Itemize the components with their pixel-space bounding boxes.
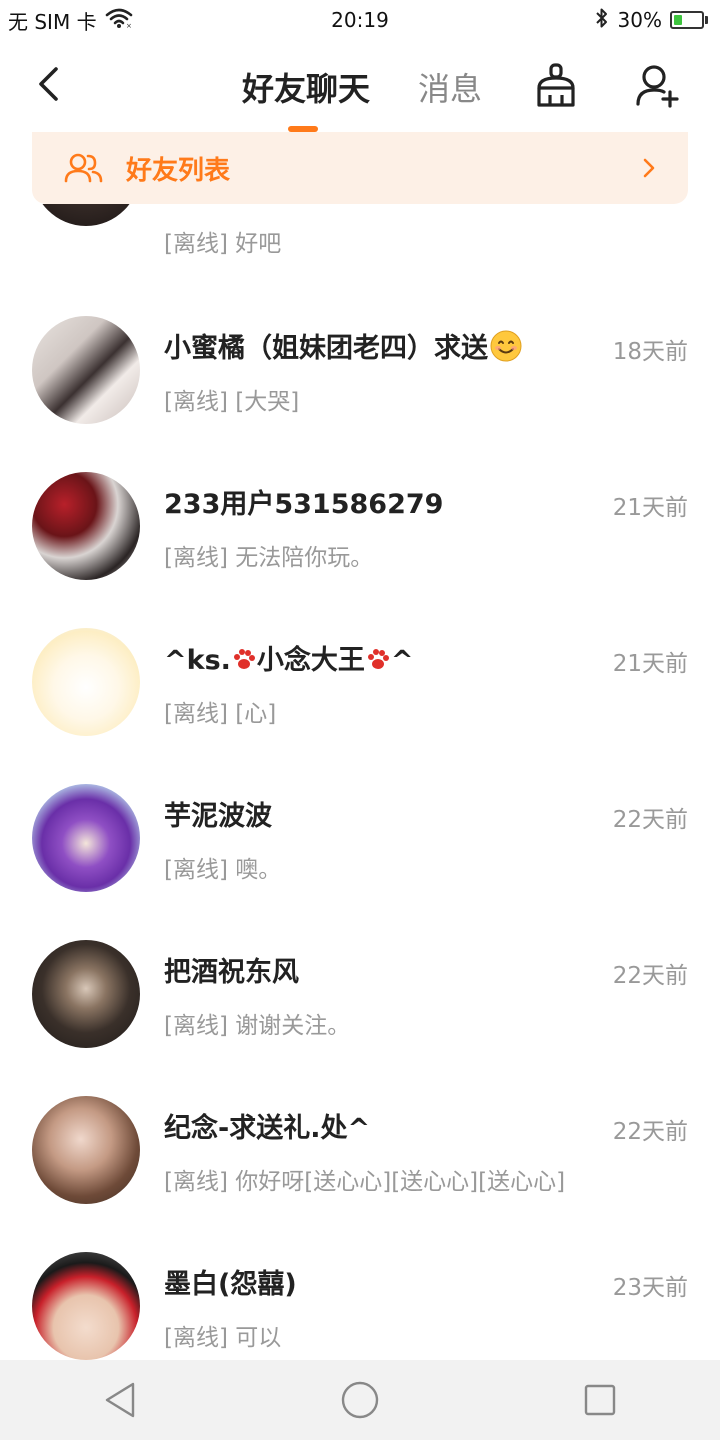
friend-list: [离线] 好吧 小蜜橘（姐妹团老四）求送 18天前 [离线] [大哭] 233用… — [0, 204, 720, 1360]
battery-icon — [670, 11, 708, 29]
friend-time: 22天前 — [612, 1119, 688, 1145]
avatar — [32, 204, 140, 226]
battery-percent: 30% — [617, 8, 662, 32]
add-friend-icon — [636, 65, 679, 108]
screen: 无 SIM 卡 × 20:19 30% 好友聊天 消息 好友列表 [离线] 好吧… — [0, 0, 720, 1440]
friend-name: 墨白(怨囍) — [164, 1269, 297, 1300]
friend-time: 23天前 — [612, 1275, 688, 1301]
friend-name: 小蜜橘（姐妹团老四）求送 — [164, 326, 522, 365]
system-recents-button[interactable] — [570, 1370, 630, 1430]
back-triangle-icon — [105, 1382, 135, 1418]
system-home-button[interactable] — [330, 1370, 390, 1430]
friend-name: 纪念-求送礼.处^ — [164, 1113, 371, 1144]
friend-row[interactable]: 233用户531586279 21天前 [离线] 无法陪你玩。 — [0, 468, 720, 624]
friend-time: 18天前 — [612, 339, 688, 365]
wifi-icon: × — [105, 7, 133, 34]
nav-bar: 好友聊天 消息 — [0, 40, 720, 132]
friend-name: ^ks. 小念大王 ^ — [164, 645, 414, 676]
friend-row[interactable]: 芋泥波波 22天前 [离线] 噢。 — [0, 780, 720, 936]
smile-emoji-icon — [490, 330, 522, 362]
friend-name: 芋泥波波 — [164, 801, 272, 832]
friend-time: 22天前 — [612, 963, 688, 989]
avatar — [32, 1096, 140, 1204]
friend-time: 22天前 — [612, 807, 688, 833]
friend-time: 21天前 — [612, 495, 688, 521]
bluetooth-icon — [594, 7, 610, 34]
friend-message: [离线] 无法陪你玩。 — [164, 545, 374, 571]
friend-row[interactable]: 把酒祝东风 22天前 [离线] 谢谢关注。 — [0, 936, 720, 1092]
friend-row[interactable]: 墨白(怨囍) 23天前 [离线] 可以 — [0, 1248, 720, 1360]
friend-message: [离线] [心] — [164, 701, 277, 727]
avatar — [32, 628, 140, 736]
back-button[interactable] — [28, 62, 68, 106]
avatar — [32, 472, 140, 580]
avatar — [32, 1252, 140, 1360]
status-bar: 无 SIM 卡 × 20:19 30% — [0, 0, 720, 40]
status-right: 30% — [594, 7, 708, 34]
friend-name: 233用户531586279 — [164, 489, 444, 520]
home-circle-icon — [341, 1381, 379, 1419]
status-left: 无 SIM 卡 × — [8, 6, 133, 35]
recents-square-icon — [584, 1384, 616, 1416]
friend-message: [离线] 你好呀[送心心][送心心][送心心] — [164, 1169, 566, 1195]
tab-messages[interactable]: 消息 — [418, 64, 482, 110]
avatar — [32, 940, 140, 1048]
friend-time: 21天前 — [612, 651, 688, 677]
friend-row[interactable]: ^ks. 小念大王 ^ 21天前 [离线] [心] — [0, 624, 720, 780]
system-back-button[interactable] — [90, 1370, 150, 1430]
friend-name: 把酒祝东风 — [164, 957, 299, 988]
friends-icon — [64, 153, 103, 183]
carrier-label: 无 SIM 卡 — [8, 9, 97, 34]
svg-text:×: × — [126, 22, 132, 29]
friend-row[interactable]: [离线] 好吧 — [0, 204, 720, 258]
tab-friend-chat[interactable]: 好友聊天 — [242, 64, 370, 110]
friend-message: [离线] 好吧 — [164, 231, 282, 257]
friend-row[interactable]: 小蜜橘（姐妹团老四）求送 18天前 [离线] [大哭] — [0, 312, 720, 468]
friend-message: [离线] 可以 — [164, 1325, 282, 1351]
system-nav-bar — [0, 1360, 720, 1440]
friend-row[interactable]: 纪念-求送礼.处^ 22天前 [离线] 你好呀[送心心][送心心][送心心] — [0, 1092, 720, 1248]
add-friend-button[interactable] — [634, 62, 680, 110]
friend-list-label: 好友列表 — [126, 155, 231, 186]
back-arrow-icon — [39, 67, 58, 101]
avatar — [32, 784, 140, 892]
paw-icon — [367, 649, 389, 669]
friend-message: [离线] 谢谢关注。 — [164, 1013, 351, 1039]
friend-list-banner[interactable]: 好友列表 — [32, 132, 688, 204]
paw-icon — [233, 649, 255, 669]
friend-message: [离线] 噢。 — [164, 857, 282, 883]
broom-icon — [537, 63, 575, 107]
chevron-right-icon — [643, 158, 655, 178]
avatar — [32, 316, 140, 424]
friend-message: [离线] [大哭] — [164, 389, 300, 415]
clean-button[interactable] — [532, 62, 580, 110]
